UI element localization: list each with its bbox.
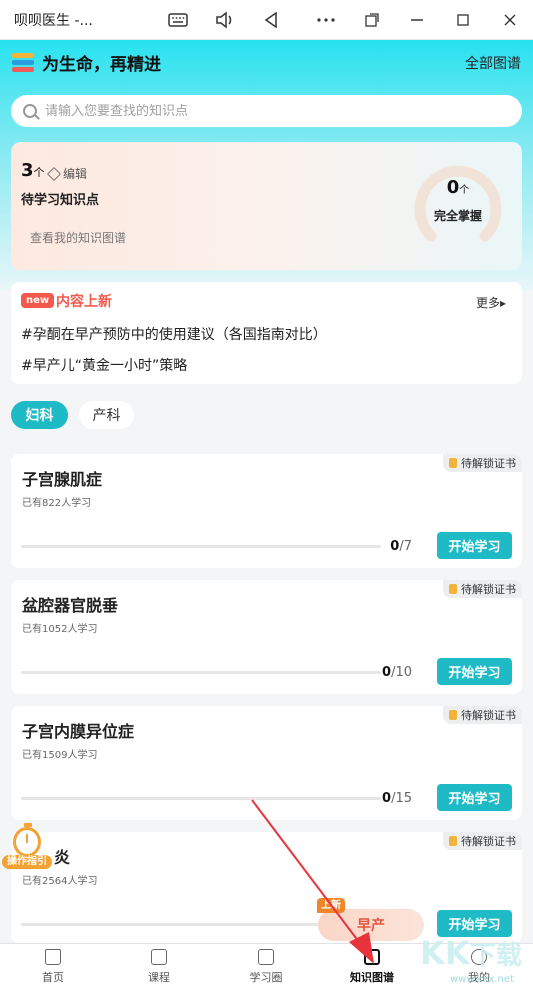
maximize-icon[interactable] xyxy=(450,8,476,32)
course-learners: 已有822人学习 xyxy=(22,498,92,509)
search-icon xyxy=(23,104,37,118)
svg-text:KK: KK xyxy=(420,934,471,972)
certificate-icon xyxy=(449,836,457,846)
course-progress-text: 0/15 xyxy=(382,791,412,806)
new-badge: new xyxy=(21,293,55,308)
start-learning-button[interactable]: 开始学习 xyxy=(437,658,512,685)
course-icon xyxy=(151,949,167,965)
window-title: 呗呗医生 -... xyxy=(14,12,93,29)
certificate-icon xyxy=(449,710,457,720)
course-card[interactable]: 待解锁证书 子宫腺肌症 已有822人学习 0/7 开始学习 xyxy=(11,454,522,568)
nav-home[interactable]: 首页 xyxy=(13,949,93,985)
window-titlebar: 呗呗医生 -... xyxy=(0,0,533,40)
course-name: 子宫腺肌症 xyxy=(22,470,103,489)
screen-rotate-icon[interactable] xyxy=(359,8,385,32)
svg-text:下载: 下载 xyxy=(470,941,522,971)
all-maps-link[interactable]: 全部图谱 xyxy=(465,53,521,73)
course-progress-bar xyxy=(21,545,381,548)
course-learners: 已有1509人学习 xyxy=(22,750,98,761)
preterm-category-button[interactable]: 早产 xyxy=(318,909,424,941)
learning-progress-card: 3个 编辑 待学习知识点 查看我的知识图谱 0个 完全掌握 xyxy=(11,142,522,270)
course-card[interactable]: 待解锁证书 子宫内膜异位症 已有1509人学习 0/15 开始学习 xyxy=(11,706,522,820)
edit-button[interactable]: 编辑 xyxy=(46,165,87,182)
start-learning-button[interactable]: 开始学习 xyxy=(437,784,512,811)
minimize-icon[interactable] xyxy=(404,8,430,32)
new-content-title: 内容上新 xyxy=(56,294,112,310)
mastered-count: 0个 xyxy=(446,177,470,198)
pending-count: 3个 xyxy=(21,160,45,181)
nav-knowledge-map[interactable]: 知识图谱 xyxy=(332,949,412,985)
watermark-logo: KK 下载 www.kkx.net xyxy=(418,928,530,985)
app-title-row: 为生命，再精进 xyxy=(12,50,161,75)
news-item[interactable]: #孕酮在早产预防中的使用建议（各国指南对比） xyxy=(21,324,327,344)
svg-text:www.kkx.net: www.kkx.net xyxy=(450,974,514,984)
certificate-badge: 待解锁证书 xyxy=(443,832,522,850)
tab-gynecology[interactable]: 妇科 xyxy=(11,401,68,429)
new-tag-badge: 上新 xyxy=(317,898,345,913)
pencil-icon xyxy=(46,166,62,181)
course-card[interactable]: 待解锁证书 盆腔器官脱垂 已有1052人学习 0/10 开始学习 xyxy=(11,580,522,694)
new-content-card: new 内容上新 更多▸ #孕酮在早产预防中的使用建议（各国指南对比） #早产儿… xyxy=(11,282,522,384)
back-icon[interactable] xyxy=(258,8,284,32)
close-icon[interactable] xyxy=(497,8,523,32)
course-progress-bar xyxy=(21,797,381,800)
course-name: 子宫内膜异位症 xyxy=(22,722,135,741)
certificate-icon xyxy=(449,584,457,594)
app-title: 为生命，再精进 xyxy=(42,55,161,75)
gauge-ring xyxy=(414,165,502,242)
course-name: 盆腔器官脱垂 xyxy=(22,596,119,615)
nav-courses[interactable]: 课程 xyxy=(119,949,199,985)
search-bar[interactable] xyxy=(11,95,522,127)
pending-label: 待学习知识点 xyxy=(21,193,100,208)
course-card[interactable]: 待解锁证书 炎 已有2564人学习 开始学习 xyxy=(11,832,522,943)
certificate-badge: 待解锁证书 xyxy=(443,706,522,724)
certificate-badge: 待解锁证书 xyxy=(443,454,522,472)
books-icon xyxy=(12,52,34,73)
start-learning-button[interactable]: 开始学习 xyxy=(437,532,512,559)
nav-study-circle[interactable]: 学习圈 xyxy=(226,949,306,985)
course-progress-text: 0/10 xyxy=(382,665,412,680)
news-item[interactable]: #早产儿“黄金一小时”策略 xyxy=(21,355,187,375)
mastery-gauge: 0个 完全掌握 xyxy=(413,160,503,244)
keyboard-icon[interactable] xyxy=(165,8,191,32)
volume-icon[interactable] xyxy=(212,8,238,32)
certificate-badge: 待解锁证书 xyxy=(443,580,522,598)
study-circle-icon xyxy=(258,949,274,965)
course-progress-text: 0/7 xyxy=(390,539,412,554)
course-name: 炎 xyxy=(54,848,71,867)
operation-guide-button[interactable]: 操作指引 xyxy=(2,823,52,875)
guide-label: 操作指引 xyxy=(2,855,52,869)
search-input[interactable] xyxy=(45,103,465,119)
view-knowledge-map-link[interactable]: 查看我的知识图谱 xyxy=(30,229,126,246)
home-icon xyxy=(45,949,61,965)
more-link[interactable]: 更多▸ xyxy=(476,294,506,311)
mastered-label: 完全掌握 xyxy=(433,209,482,223)
certificate-icon xyxy=(449,458,457,468)
course-learners: 已有1052人学习 xyxy=(22,624,98,635)
more-icon[interactable] xyxy=(313,8,339,32)
knowledge-map-icon xyxy=(364,949,380,965)
course-progress-bar xyxy=(21,671,381,674)
stopwatch-icon xyxy=(13,823,41,857)
tab-obstetrics[interactable]: 产科 xyxy=(79,401,134,429)
